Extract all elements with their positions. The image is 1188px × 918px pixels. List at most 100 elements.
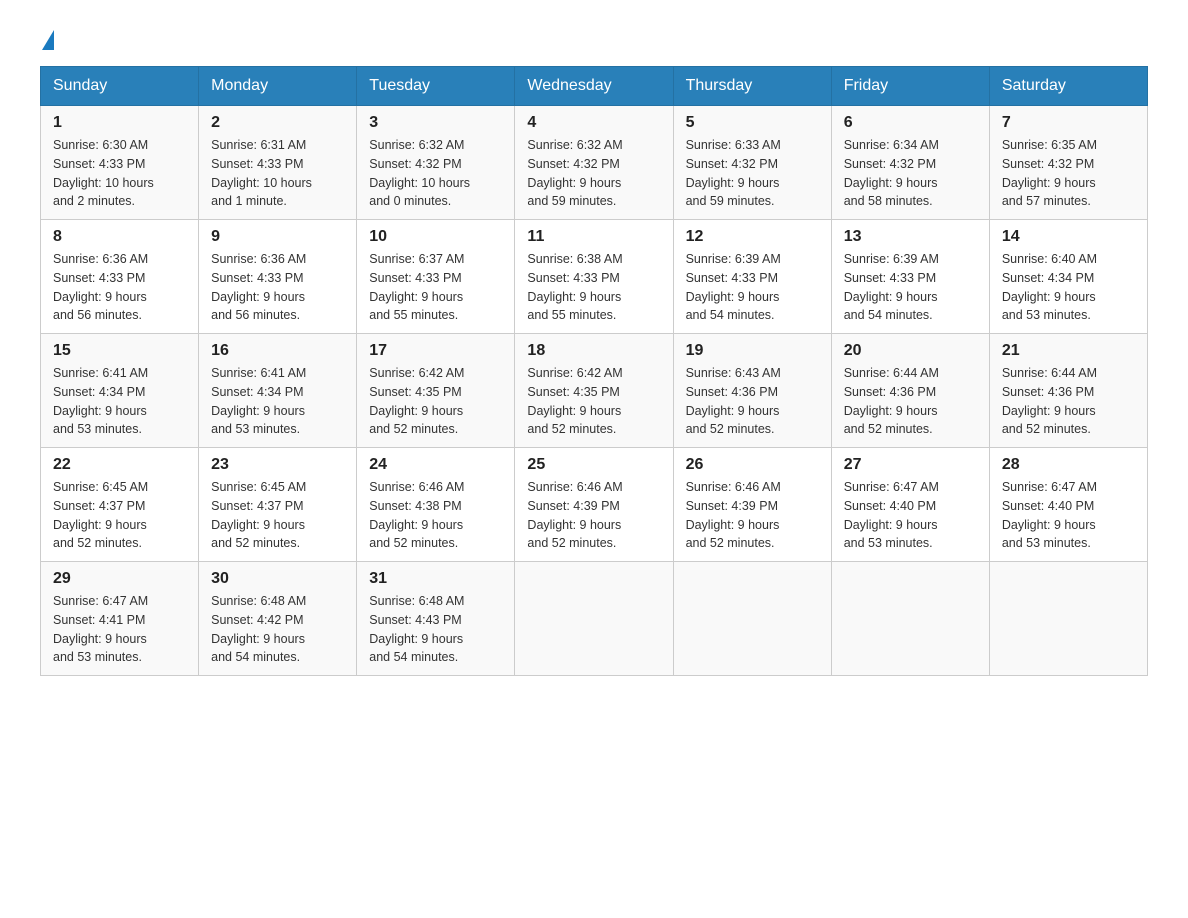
day-number: 21 xyxy=(1002,342,1135,360)
day-info: Sunrise: 6:46 AMSunset: 4:39 PMDaylight:… xyxy=(686,478,819,553)
day-number: 17 xyxy=(369,342,502,360)
day-info: Sunrise: 6:40 AMSunset: 4:34 PMDaylight:… xyxy=(1002,250,1135,325)
day-number: 15 xyxy=(53,342,186,360)
weekday-header-sunday: Sunday xyxy=(41,67,199,106)
day-number: 12 xyxy=(686,228,819,246)
day-info: Sunrise: 6:47 AMSunset: 4:41 PMDaylight:… xyxy=(53,592,186,667)
calendar-day-cell xyxy=(515,562,673,676)
day-number: 14 xyxy=(1002,228,1135,246)
day-number: 11 xyxy=(527,228,660,246)
day-number: 8 xyxy=(53,228,186,246)
weekday-header-friday: Friday xyxy=(831,67,989,106)
calendar-table: SundayMondayTuesdayWednesdayThursdayFrid… xyxy=(40,66,1148,676)
day-info: Sunrise: 6:36 AMSunset: 4:33 PMDaylight:… xyxy=(211,250,344,325)
calendar-day-cell: 28 Sunrise: 6:47 AMSunset: 4:40 PMDaylig… xyxy=(989,448,1147,562)
calendar-day-cell: 23 Sunrise: 6:45 AMSunset: 4:37 PMDaylig… xyxy=(199,448,357,562)
day-info: Sunrise: 6:46 AMSunset: 4:38 PMDaylight:… xyxy=(369,478,502,553)
day-info: Sunrise: 6:39 AMSunset: 4:33 PMDaylight:… xyxy=(844,250,977,325)
day-number: 25 xyxy=(527,456,660,474)
calendar-day-cell: 29 Sunrise: 6:47 AMSunset: 4:41 PMDaylig… xyxy=(41,562,199,676)
weekday-header-tuesday: Tuesday xyxy=(357,67,515,106)
calendar-day-cell: 19 Sunrise: 6:43 AMSunset: 4:36 PMDaylig… xyxy=(673,334,831,448)
day-number: 31 xyxy=(369,570,502,588)
day-number: 4 xyxy=(527,114,660,132)
day-info: Sunrise: 6:34 AMSunset: 4:32 PMDaylight:… xyxy=(844,136,977,211)
day-info: Sunrise: 6:47 AMSunset: 4:40 PMDaylight:… xyxy=(1002,478,1135,553)
calendar-day-cell: 15 Sunrise: 6:41 AMSunset: 4:34 PMDaylig… xyxy=(41,334,199,448)
calendar-day-cell xyxy=(673,562,831,676)
day-info: Sunrise: 6:30 AMSunset: 4:33 PMDaylight:… xyxy=(53,136,186,211)
calendar-day-cell: 2 Sunrise: 6:31 AMSunset: 4:33 PMDayligh… xyxy=(199,106,357,220)
day-number: 6 xyxy=(844,114,977,132)
calendar-day-cell: 9 Sunrise: 6:36 AMSunset: 4:33 PMDayligh… xyxy=(199,220,357,334)
day-number: 3 xyxy=(369,114,502,132)
calendar-day-cell: 26 Sunrise: 6:46 AMSunset: 4:39 PMDaylig… xyxy=(673,448,831,562)
calendar-week-row: 15 Sunrise: 6:41 AMSunset: 4:34 PMDaylig… xyxy=(41,334,1148,448)
calendar-day-cell: 3 Sunrise: 6:32 AMSunset: 4:32 PMDayligh… xyxy=(357,106,515,220)
day-number: 28 xyxy=(1002,456,1135,474)
day-info: Sunrise: 6:48 AMSunset: 4:42 PMDaylight:… xyxy=(211,592,344,667)
day-info: Sunrise: 6:36 AMSunset: 4:33 PMDaylight:… xyxy=(53,250,186,325)
day-number: 26 xyxy=(686,456,819,474)
day-number: 5 xyxy=(686,114,819,132)
day-info: Sunrise: 6:47 AMSunset: 4:40 PMDaylight:… xyxy=(844,478,977,553)
day-info: Sunrise: 6:46 AMSunset: 4:39 PMDaylight:… xyxy=(527,478,660,553)
calendar-week-row: 1 Sunrise: 6:30 AMSunset: 4:33 PMDayligh… xyxy=(41,106,1148,220)
calendar-day-cell: 14 Sunrise: 6:40 AMSunset: 4:34 PMDaylig… xyxy=(989,220,1147,334)
calendar-day-cell: 1 Sunrise: 6:30 AMSunset: 4:33 PMDayligh… xyxy=(41,106,199,220)
calendar-day-cell: 13 Sunrise: 6:39 AMSunset: 4:33 PMDaylig… xyxy=(831,220,989,334)
weekday-header-thursday: Thursday xyxy=(673,67,831,106)
day-info: Sunrise: 6:32 AMSunset: 4:32 PMDaylight:… xyxy=(369,136,502,211)
calendar-day-cell: 18 Sunrise: 6:42 AMSunset: 4:35 PMDaylig… xyxy=(515,334,673,448)
calendar-week-row: 29 Sunrise: 6:47 AMSunset: 4:41 PMDaylig… xyxy=(41,562,1148,676)
calendar-day-cell: 25 Sunrise: 6:46 AMSunset: 4:39 PMDaylig… xyxy=(515,448,673,562)
day-info: Sunrise: 6:44 AMSunset: 4:36 PMDaylight:… xyxy=(1002,364,1135,439)
day-number: 19 xyxy=(686,342,819,360)
day-number: 13 xyxy=(844,228,977,246)
calendar-day-cell: 22 Sunrise: 6:45 AMSunset: 4:37 PMDaylig… xyxy=(41,448,199,562)
calendar-day-cell: 17 Sunrise: 6:42 AMSunset: 4:35 PMDaylig… xyxy=(357,334,515,448)
day-info: Sunrise: 6:31 AMSunset: 4:33 PMDaylight:… xyxy=(211,136,344,211)
calendar-day-cell: 7 Sunrise: 6:35 AMSunset: 4:32 PMDayligh… xyxy=(989,106,1147,220)
calendar-day-cell: 8 Sunrise: 6:36 AMSunset: 4:33 PMDayligh… xyxy=(41,220,199,334)
day-info: Sunrise: 6:35 AMSunset: 4:32 PMDaylight:… xyxy=(1002,136,1135,211)
day-number: 29 xyxy=(53,570,186,588)
calendar-day-cell xyxy=(831,562,989,676)
day-number: 9 xyxy=(211,228,344,246)
day-number: 22 xyxy=(53,456,186,474)
day-number: 24 xyxy=(369,456,502,474)
day-number: 18 xyxy=(527,342,660,360)
weekday-header-monday: Monday xyxy=(199,67,357,106)
day-info: Sunrise: 6:48 AMSunset: 4:43 PMDaylight:… xyxy=(369,592,502,667)
calendar-day-cell: 16 Sunrise: 6:41 AMSunset: 4:34 PMDaylig… xyxy=(199,334,357,448)
logo xyxy=(40,30,54,46)
calendar-day-cell: 27 Sunrise: 6:47 AMSunset: 4:40 PMDaylig… xyxy=(831,448,989,562)
day-info: Sunrise: 6:45 AMSunset: 4:37 PMDaylight:… xyxy=(211,478,344,553)
calendar-day-cell: 11 Sunrise: 6:38 AMSunset: 4:33 PMDaylig… xyxy=(515,220,673,334)
calendar-week-row: 8 Sunrise: 6:36 AMSunset: 4:33 PMDayligh… xyxy=(41,220,1148,334)
day-number: 27 xyxy=(844,456,977,474)
calendar-day-cell: 5 Sunrise: 6:33 AMSunset: 4:32 PMDayligh… xyxy=(673,106,831,220)
day-number: 23 xyxy=(211,456,344,474)
day-info: Sunrise: 6:37 AMSunset: 4:33 PMDaylight:… xyxy=(369,250,502,325)
calendar-day-cell: 21 Sunrise: 6:44 AMSunset: 4:36 PMDaylig… xyxy=(989,334,1147,448)
day-info: Sunrise: 6:32 AMSunset: 4:32 PMDaylight:… xyxy=(527,136,660,211)
weekday-header-saturday: Saturday xyxy=(989,67,1147,106)
calendar-week-row: 22 Sunrise: 6:45 AMSunset: 4:37 PMDaylig… xyxy=(41,448,1148,562)
calendar-day-cell: 6 Sunrise: 6:34 AMSunset: 4:32 PMDayligh… xyxy=(831,106,989,220)
day-info: Sunrise: 6:41 AMSunset: 4:34 PMDaylight:… xyxy=(211,364,344,439)
weekday-header-wednesday: Wednesday xyxy=(515,67,673,106)
calendar-day-cell: 4 Sunrise: 6:32 AMSunset: 4:32 PMDayligh… xyxy=(515,106,673,220)
page-header xyxy=(40,30,1148,46)
calendar-day-cell xyxy=(989,562,1147,676)
day-info: Sunrise: 6:41 AMSunset: 4:34 PMDaylight:… xyxy=(53,364,186,439)
day-info: Sunrise: 6:38 AMSunset: 4:33 PMDaylight:… xyxy=(527,250,660,325)
weekday-header-row: SundayMondayTuesdayWednesdayThursdayFrid… xyxy=(41,67,1148,106)
day-number: 16 xyxy=(211,342,344,360)
day-number: 2 xyxy=(211,114,344,132)
calendar-day-cell: 30 Sunrise: 6:48 AMSunset: 4:42 PMDaylig… xyxy=(199,562,357,676)
day-number: 10 xyxy=(369,228,502,246)
calendar-day-cell: 12 Sunrise: 6:39 AMSunset: 4:33 PMDaylig… xyxy=(673,220,831,334)
day-info: Sunrise: 6:33 AMSunset: 4:32 PMDaylight:… xyxy=(686,136,819,211)
day-info: Sunrise: 6:42 AMSunset: 4:35 PMDaylight:… xyxy=(527,364,660,439)
